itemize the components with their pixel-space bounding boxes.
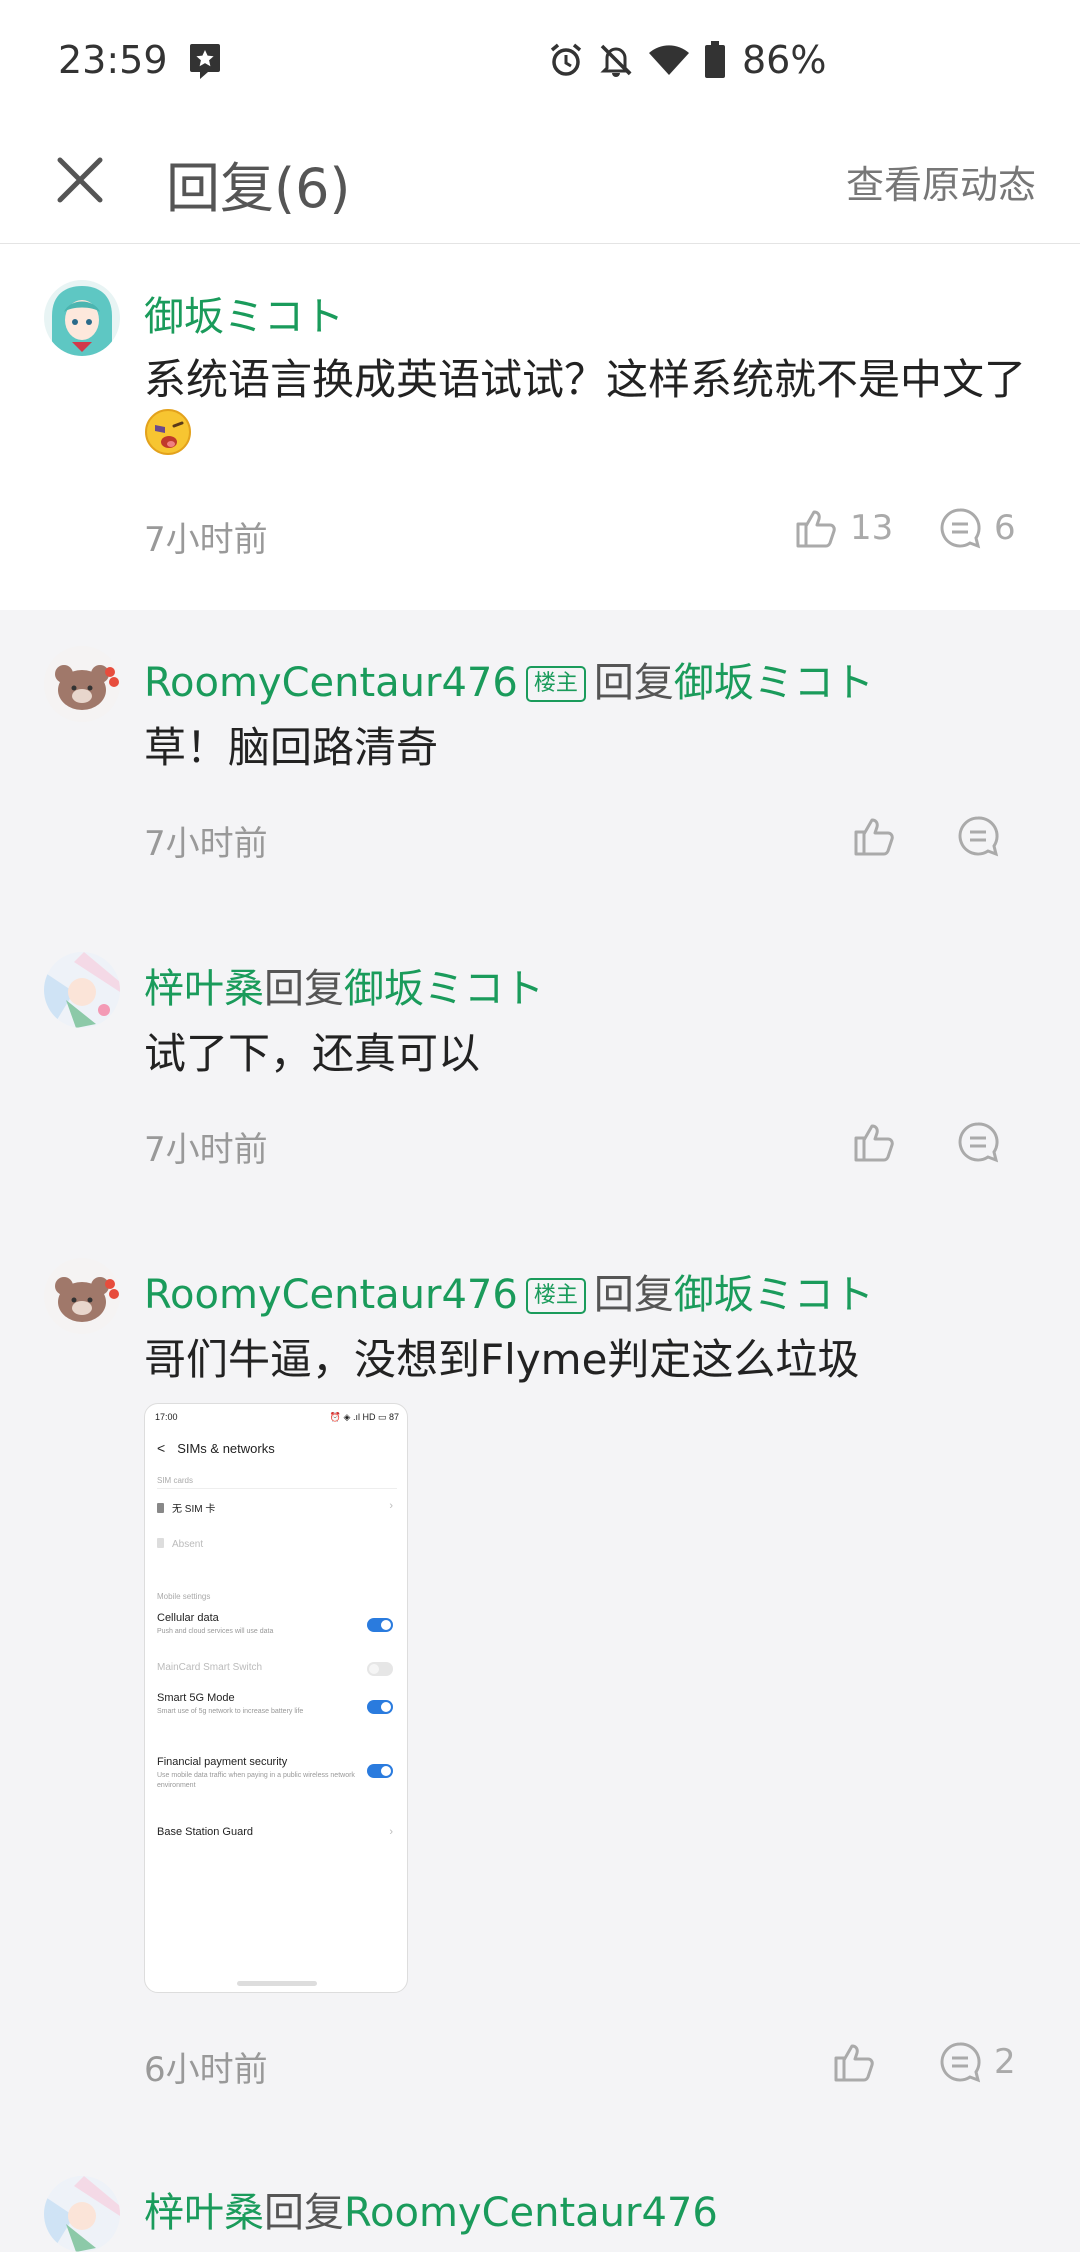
alarm-icon	[550, 43, 582, 76]
op-badge: 楼主	[525, 666, 586, 702]
image-toggle	[367, 1662, 393, 1676]
avatar[interactable]	[44, 1258, 120, 1334]
sim-icon	[157, 1503, 164, 1513]
image-status-bar: 17:00 ⏰ ◈ .ıl HD ▭ 87	[155, 1412, 399, 1422]
reply-word: 回复	[264, 966, 344, 1012]
reply-target[interactable]: 御坂ミコト	[674, 660, 874, 706]
comment-icon[interactable]	[956, 814, 1000, 858]
image-sim-cards-label: SIM cards	[157, 1476, 194, 1485]
thumbs-up-icon[interactable]	[832, 2040, 876, 2084]
reply-header: RoomyCentaur476 楼主 回复御坂ミコト	[144, 650, 874, 708]
battery-icon	[705, 41, 725, 78]
comment-icon	[940, 508, 981, 549]
winking-emoji-icon	[145, 409, 191, 455]
reply-header: 梓叶桑回复RoomyCentaur476	[144, 2180, 718, 2238]
back-arrow-icon: <	[157, 1440, 166, 1456]
page-title: 回复(6)	[166, 157, 351, 220]
comment-text: 系统语言换成英语试试？这样系统就不是中文了	[144, 355, 1027, 404]
image-cellular-row: Cellular data Push and cloud services wi…	[157, 1612, 274, 1635]
image-base-station-row: Base Station Guard	[157, 1826, 254, 1838]
thumbs-up-icon	[796, 510, 836, 548]
like-count: 13	[850, 508, 894, 548]
reply-word: 回复	[264, 2190, 344, 2236]
reply-text: 草！脑回路清奇	[144, 723, 439, 772]
image-5g-row: Smart 5G Mode Smart use of 5g network to…	[157, 1692, 304, 1715]
wifi-icon	[649, 45, 689, 75]
image-title: < SIMs & networks	[157, 1440, 275, 1456]
reply-timestamp: 7小时前	[144, 1130, 268, 1170]
image-mobile-settings-label: Mobile settings	[157, 1592, 211, 1601]
image-sim1-row: 无 SIM 卡	[157, 1500, 397, 1515]
comment-timestamp: 7小时前	[144, 520, 268, 560]
reply-word: 回复	[593, 660, 674, 706]
app-notification-icon	[190, 44, 220, 79]
reply-header: RoomyCentaur476 楼主 回复御坂ミコト	[144, 1262, 874, 1320]
thumbs-up-icon[interactable]	[852, 814, 896, 858]
image-home-indicator	[237, 1981, 317, 1986]
op-badge: 楼主	[525, 1278, 586, 1314]
status-time: 23:59	[58, 38, 168, 82]
status-bar: 23:59 86%	[0, 0, 1080, 120]
reply-text: 哥们牛逼，没想到Flyme判定这么垃圾	[144, 1335, 860, 1384]
view-original-link[interactable]: 查看原动态	[846, 154, 1036, 209]
mute-bell-icon	[600, 44, 632, 77]
reply-author[interactable]: 梓叶桑	[144, 966, 264, 1012]
image-toggle	[367, 1764, 393, 1778]
image-toggle	[367, 1618, 393, 1632]
reply-author[interactable]: RoomyCentaur476	[144, 1272, 518, 1318]
thumbs-up-icon[interactable]	[852, 1120, 896, 1164]
reply-target[interactable]: 御坂ミコト	[674, 1272, 874, 1318]
avatar[interactable]	[44, 646, 120, 722]
sim-icon	[157, 1538, 164, 1548]
image-financial-row: Financial payment security Use mobile da…	[157, 1756, 355, 1789]
avatar[interactable]	[44, 2176, 120, 2252]
close-icon[interactable]	[52, 152, 108, 208]
avatar[interactable]	[44, 280, 120, 356]
image-maincard-row: MainCard Smart Switch	[157, 1662, 263, 1673]
top-bar: 回复(6) 查看原动态	[0, 120, 1080, 244]
comment-author[interactable]: 御坂ミコト	[144, 284, 344, 342]
main-comment: 御坂ミコト 系统语言换成英语试试？这样系统就不是中文了 7小时前 13 6	[0, 244, 1080, 610]
like-button[interactable]: 13	[794, 506, 893, 550]
battery-percent: 86%	[742, 38, 827, 82]
reply-button[interactable]: 2	[938, 2040, 1016, 2084]
reply-timestamp: 6小时前	[144, 2050, 268, 2090]
chevron-right-icon: ›	[389, 1826, 393, 1838]
reply-text: 试了下，还真可以	[144, 1029, 481, 1078]
attached-image[interactable]: 17:00 ⏰ ◈ .ıl HD ▭ 87 < SIMs & networks S…	[144, 1403, 408, 1993]
reply-author[interactable]: RoomyCentaur476	[144, 660, 518, 706]
chevron-right-icon: ›	[389, 1500, 393, 1512]
reply-target[interactable]: RoomyCentaur476	[344, 2190, 718, 2236]
reply-count: 2	[994, 2042, 1016, 2082]
image-sim2-row: Absent	[157, 1538, 397, 1550]
avatar[interactable]	[44, 952, 120, 1028]
reply-target[interactable]: 御坂ミコト	[344, 966, 544, 1012]
reply-word: 回复	[593, 1272, 674, 1318]
reply-author[interactable]: 梓叶桑	[144, 2190, 264, 2236]
image-toggle	[367, 1700, 393, 1714]
reply-header: 梓叶桑回复御坂ミコト	[144, 956, 544, 1014]
comment-icon	[940, 2042, 981, 2083]
comment-icon[interactable]	[956, 1120, 1000, 1164]
reply-button[interactable]: 6	[938, 506, 1016, 550]
reply-count: 6	[994, 508, 1016, 548]
reply-timestamp: 7小时前	[144, 824, 268, 864]
